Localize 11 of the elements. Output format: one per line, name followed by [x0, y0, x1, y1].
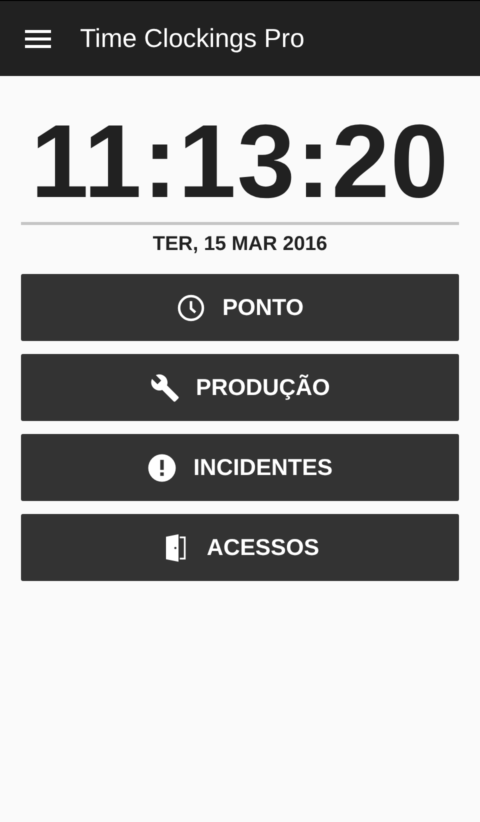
- clock-button[interactable]: PONTO: [21, 274, 459, 341]
- wrench-icon: [150, 372, 180, 402]
- door-button[interactable]: ACESSOS: [21, 514, 459, 581]
- clock-time: 11:13:20: [30, 104, 450, 220]
- alert-button[interactable]: INCIDENTES: [21, 434, 459, 501]
- app-title: Time Clockings Pro: [80, 23, 304, 54]
- menu-icon[interactable]: [25, 28, 51, 48]
- wrench-button[interactable]: PRODUÇÃO: [21, 354, 459, 421]
- date-text: TER, 15 MAR 2016: [152, 233, 328, 256]
- clock-icon: [176, 292, 206, 322]
- alert-icon: [147, 452, 178, 482]
